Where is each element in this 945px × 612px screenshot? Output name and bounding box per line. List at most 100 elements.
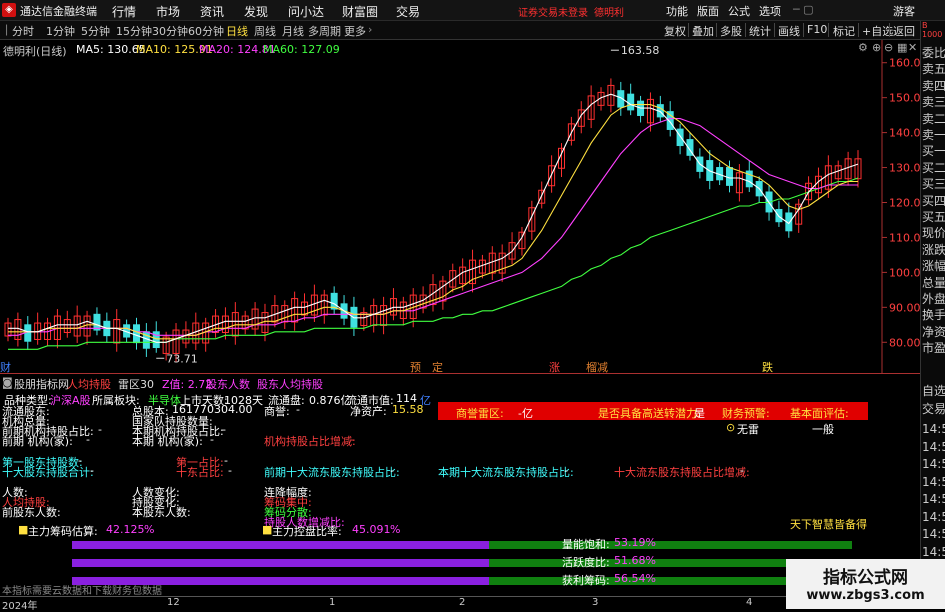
side-item-6: 买一 — [922, 144, 945, 159]
high-price-label: 163.58 — [621, 44, 660, 57]
btn-tongji[interactable]: 统计 — [749, 23, 771, 39]
menu-hangqing[interactable]: 行情 — [112, 3, 136, 20]
lbl-sdzb: 十东占比: — [176, 466, 224, 479]
btn-fanhui[interactable]: 返回 — [893, 23, 915, 39]
menu-jiaoyi[interactable]: 交易 — [396, 3, 420, 20]
quote-side-panel: B 1000 委比 卖五 卖四 卖三 卖二 卖一 买一 买二 买三 买四 买五 现价 涨跌 涨幅 总量 外盘 换手… — [920, 21, 945, 609]
val-shangyu: - — [296, 403, 300, 416]
period-15min[interactable]: 15分钟 — [116, 23, 152, 39]
lbl-jbmpg: 基本面评估: — [790, 407, 849, 420]
divider — [858, 23, 859, 37]
holder-count-label: 股东人数 — [206, 378, 250, 391]
period-30min[interactable]: 30分钟 — [152, 23, 188, 39]
menu-xuanxiang[interactable]: 选项 — [759, 3, 781, 19]
date-label: 3 — [592, 597, 599, 608]
collapse-icon[interactable]: ❘ — [2, 23, 11, 36]
bar-label: 活跃度比: — [562, 556, 610, 569]
side-time-1: 14:5 — [922, 439, 945, 454]
period-monthly[interactable]: 月线 — [282, 23, 304, 39]
menu-shichang[interactable]: 市场 — [156, 3, 180, 20]
period-5min[interactable]: 5分钟 — [81, 23, 110, 39]
bullet-icon: ■ — [18, 523, 29, 536]
menu-wenxiaoda[interactable]: 问小达 — [288, 3, 324, 20]
btn-diejia[interactable]: 叠加 — [692, 23, 714, 39]
pct-zlkp: % — [390, 523, 401, 536]
lbl-qqjgj: 前期 机构(家): — [2, 435, 73, 448]
menu-zixun[interactable]: 资讯 — [200, 3, 224, 20]
side-item-4: 卖二 — [922, 111, 945, 126]
side-item-1: 卖五 — [922, 62, 945, 77]
lbl-gsz: 是否具备高送转潜力: — [598, 407, 701, 420]
lbl-zlkp: 主力控盘比率: — [272, 525, 342, 538]
val-bqjg: - — [222, 423, 226, 436]
period-more[interactable]: 更多 — [344, 23, 366, 39]
period-weekly[interactable]: 周线 — [254, 23, 276, 39]
low-price-label: 73.71 — [166, 352, 198, 365]
side-item-13: 涨幅 — [922, 259, 945, 274]
bar-value: 53.19% — [614, 536, 656, 549]
side-item-18: 市盈 — [922, 341, 945, 356]
indicator-sub2: 雷区30 — [118, 378, 154, 391]
side-time-7: 14:5 — [922, 544, 945, 559]
candle-body — [627, 93, 635, 111]
bar-value: 51.68% — [614, 554, 656, 567]
val-sdzb: - — [228, 464, 232, 477]
period-1min[interactable]: 1分钟 — [46, 23, 75, 39]
bid-depth-label: B 1000 — [922, 21, 943, 39]
menu-banmian[interactable]: 版面 — [697, 3, 719, 19]
indicator-collapse-icon[interactable]: ◙ — [2, 376, 13, 389]
btn-biaoji[interactable]: 标记 — [833, 23, 855, 39]
pct-zlcm: % — [144, 523, 155, 536]
watermark-url: www.zbgs3.com — [806, 588, 925, 603]
y-tick-label: 160.0 — [889, 57, 920, 70]
side-item-3: 卖三 — [922, 95, 945, 110]
y-tick-label: 110.0 — [889, 231, 920, 244]
val-zlcm: 42.125 — [106, 523, 145, 536]
divider — [828, 23, 829, 37]
lbl-zlcm: 主力筹码估算: — [28, 525, 98, 538]
btn-duogu[interactable]: 多股 — [720, 23, 742, 39]
date-label: 2024年 — [2, 601, 38, 612]
bar-green — [489, 541, 852, 549]
chevron-right-icon[interactable]: › — [368, 23, 372, 36]
y-tick-label: 140.0 — [889, 127, 920, 140]
period-fenshi[interactable]: 分时 — [12, 23, 34, 39]
y-tick-label: 130.0 — [889, 162, 920, 175]
side-item-11: 现价 — [922, 226, 945, 241]
window-controls-icon[interactable]: ─ ▢ — [793, 3, 814, 16]
period-multi[interactable]: 多周期 — [308, 23, 341, 39]
divider — [745, 23, 746, 37]
divider — [889, 23, 890, 37]
menu-gongneng[interactable]: 功能 — [666, 3, 688, 19]
date-label: 4 — [746, 597, 753, 608]
candle-body — [330, 292, 338, 310]
candle-body — [132, 324, 140, 344]
side-item-16: 换手 — [922, 308, 945, 323]
candle-body — [676, 128, 684, 147]
indicator-sub1: 人均持股 — [67, 378, 111, 391]
lbl-jzc: 净资产: — [350, 405, 387, 418]
period-toolbar: ❘ 分时 1分钟 5分钟 15分钟 30分钟 60分钟 日线 周线 月线 多周期… — [0, 21, 920, 40]
date-label: 1 — [329, 597, 336, 608]
btn-f10[interactable]: F10 — [807, 23, 827, 36]
period-60min[interactable]: 60分钟 — [188, 23, 224, 39]
lbl-shangyu: 商誉: — [264, 405, 290, 418]
period-daily[interactable]: 日线 — [226, 23, 248, 39]
side-item-10: 买五 — [922, 210, 945, 224]
menu-gongshi[interactable]: 公式 — [728, 3, 750, 19]
stock-name-tag: 德明利 — [594, 8, 624, 19]
btn-fuquan[interactable]: 复权 — [664, 23, 686, 39]
kline-chart[interactable]: 160.0 150.0 140.0 130.0 120.0 110.0 100.0 90.00… — [0, 40, 920, 374]
val-qqjg: - — [98, 423, 102, 436]
side-item-0: 委比 — [922, 46, 945, 60]
holder-avg-label: 股东人均持股 — [257, 378, 323, 391]
watermark: 指标公式网 www.zbgs3.com — [786, 559, 945, 609]
menu-faxian[interactable]: 发现 — [244, 3, 268, 20]
candle-body — [726, 167, 734, 186]
indicator-name[interactable]: 股朋指标网 — [14, 376, 69, 392]
guest-label[interactable]: 游客 — [893, 3, 915, 19]
login-warning[interactable]: 证券交易未登录 — [518, 4, 588, 19]
menu-caifuquan[interactable]: 财富圈 — [342, 3, 378, 20]
val-jginc: - — [350, 433, 354, 446]
btn-huaxian[interactable]: 画线 — [778, 23, 800, 39]
